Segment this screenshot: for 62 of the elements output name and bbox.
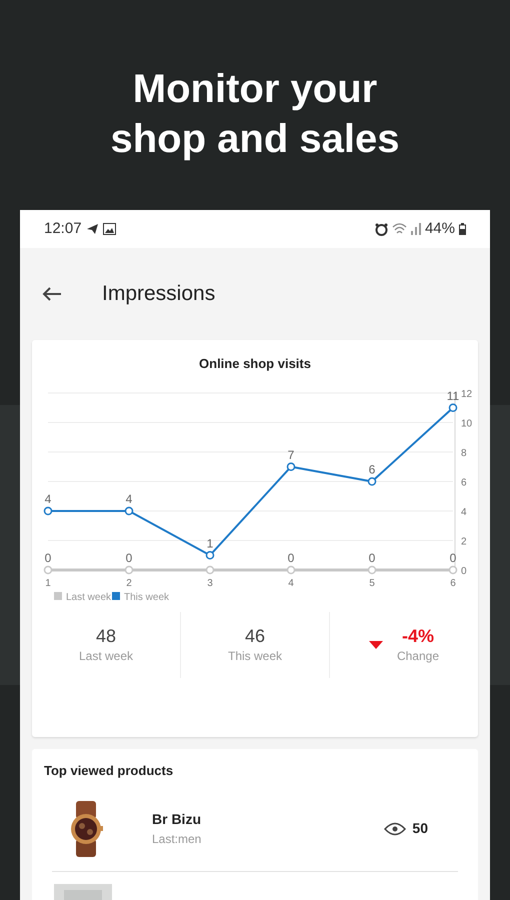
y-tick-label: 12 [461, 388, 472, 400]
back-arrow-icon [42, 286, 62, 302]
legend-label: Last week [66, 592, 112, 602]
stat-label: Last week [78, 648, 134, 664]
image-icon [102, 223, 116, 235]
data-label: 4 [44, 492, 52, 506]
data-label: 0 [450, 550, 456, 564]
x-tick-label: 4 [288, 578, 294, 588]
data-label: 11 [446, 388, 460, 402]
y-tick-label: 6 [461, 477, 467, 488]
y-tick-label: 10 [461, 418, 472, 429]
data-point [124, 506, 134, 515]
data-point [286, 565, 296, 574]
x-tick-label: 3 [207, 578, 213, 588]
stat-label: Change [396, 648, 440, 664]
data-label: 1 [206, 536, 214, 550]
data-point [448, 403, 458, 412]
y-tick-label: 8 [461, 448, 467, 458]
battery-percent: 44% [424, 218, 455, 239]
product-subtitle: Last:men [152, 831, 202, 848]
data-label: 0 [288, 550, 294, 564]
section-title: Top viewed products [44, 762, 174, 780]
legend-label: This week [124, 592, 170, 602]
stat-value: 48 [96, 624, 116, 646]
x-tick-label: 5 [369, 578, 375, 588]
y-tick-label: 2 [461, 536, 467, 547]
x-tick-label: 6 [450, 578, 456, 588]
data-point [44, 506, 52, 515]
data-label: 0 [126, 550, 132, 564]
signal-icon [410, 223, 421, 235]
x-tick-label: 1 [45, 578, 51, 588]
x-tick-label: 2 [126, 578, 132, 588]
data-point [44, 565, 52, 574]
data-label: 0 [368, 550, 376, 564]
data-label: 0 [44, 550, 52, 564]
stat-label: This week [228, 648, 282, 664]
clock: 12:07 [44, 218, 82, 239]
data-point [124, 565, 134, 574]
view-count: 50 [412, 819, 428, 838]
data-point [368, 476, 376, 486]
product-name: Br Bizu [152, 810, 202, 829]
data-point [206, 550, 214, 559]
data-point [206, 565, 214, 574]
data-label: 7 [288, 447, 294, 462]
data-point [448, 565, 458, 574]
page-title: Impressions [102, 281, 216, 308]
stat-value: 46 [244, 624, 266, 646]
data-point [368, 565, 376, 574]
stat-value: -4% [402, 624, 434, 646]
headline: Monitor your shop and sales [110, 66, 400, 163]
down-triangle-icon [368, 640, 383, 648]
send-icon [86, 223, 99, 235]
y-tick-label: 0 [461, 566, 467, 576]
data-label: 6 [368, 462, 376, 476]
wifi-icon [392, 223, 407, 235]
battery-icon [459, 223, 466, 235]
chart-title: Online shop visits [198, 355, 312, 373]
data-label: 4 [126, 492, 132, 506]
eye-icon [384, 822, 406, 836]
data-point [286, 462, 296, 470]
alarm-icon [374, 222, 388, 236]
y-tick-label: 4 [461, 506, 467, 518]
